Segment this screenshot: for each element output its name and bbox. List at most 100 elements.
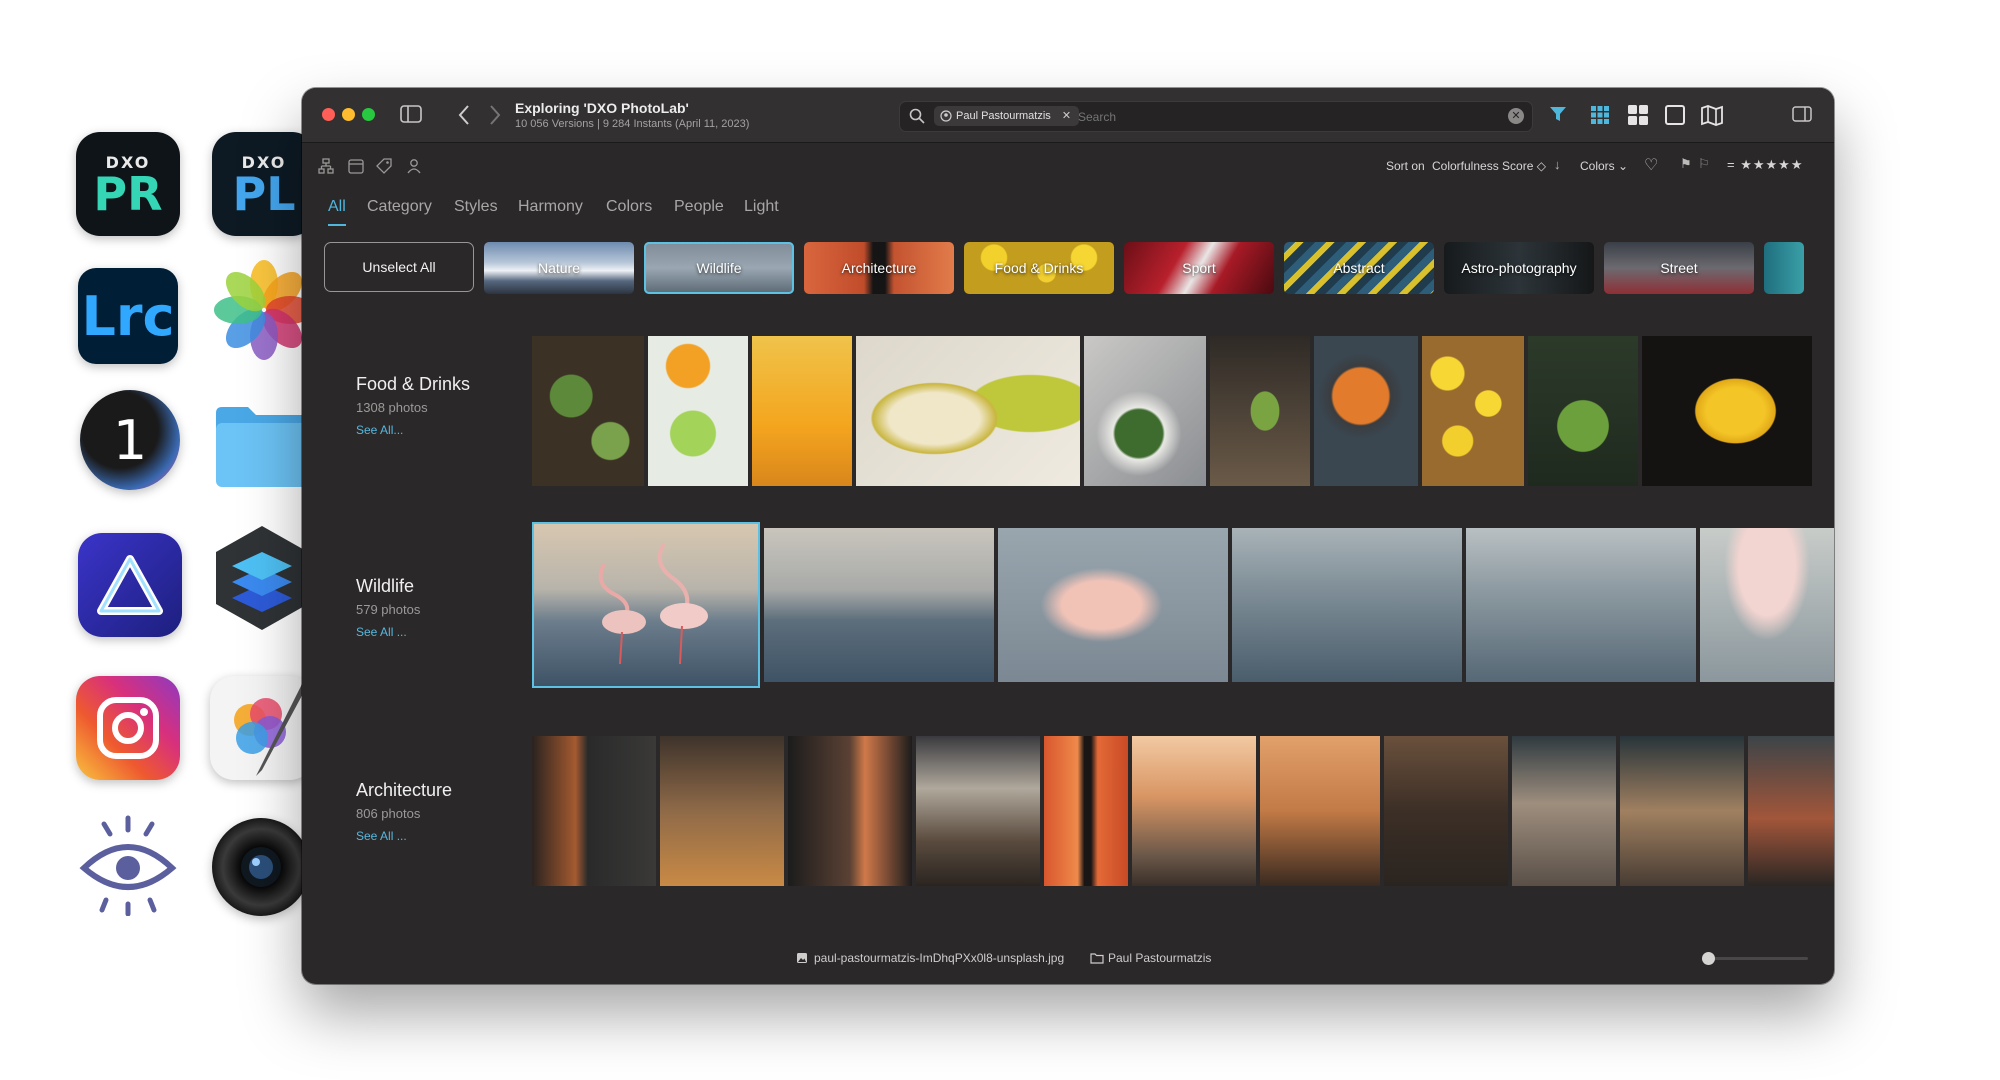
photo-thumbnail-selected[interactable] [532, 522, 760, 688]
rating-filter[interactable]: = ★★★★★ [1727, 157, 1803, 173]
search-token-chip[interactable]: Paul Pastourmatzis ✕ [934, 106, 1080, 126]
map-icon[interactable] [1700, 104, 1724, 126]
see-all-food-link[interactable]: See All... [356, 423, 470, 437]
photo-thumbnail[interactable] [1260, 736, 1380, 886]
zoom-slider[interactable] [1702, 952, 1808, 965]
calendar-icon[interactable] [348, 158, 364, 174]
photo-thumbnail[interactable] [1422, 336, 1524, 486]
pixelmator-pro-icon[interactable] [210, 676, 314, 780]
photo-thumbnail[interactable] [660, 736, 784, 886]
capture-one-icon[interactable]: 1 [80, 390, 180, 490]
lens-icon [241, 847, 281, 887]
see-all-architecture-link[interactable]: See All ... [356, 829, 452, 843]
photo-thumbnail[interactable] [752, 336, 852, 486]
photo-thumbnail[interactable] [1044, 736, 1128, 886]
window-title: Exploring 'DXO PhotoLab' [515, 100, 689, 116]
photo-thumbnail[interactable] [648, 336, 748, 486]
app-window: Exploring 'DXO PhotoLab' 10 056 Versions… [302, 88, 1834, 984]
remove-token-icon[interactable]: ✕ [1062, 110, 1071, 122]
photo-thumbnail[interactable] [1512, 736, 1616, 886]
image-file-icon [797, 953, 807, 963]
tab-harmony[interactable]: Harmony [518, 198, 583, 216]
search-icon [909, 108, 925, 124]
single-view-icon[interactable] [1664, 104, 1686, 126]
category-food-drinks[interactable]: Food & Drinks [964, 242, 1114, 294]
photo-thumbnail[interactable] [1314, 336, 1418, 486]
photo-thumbnail[interactable] [1620, 736, 1744, 886]
dxo-photolab-icon[interactable]: DXO PL [212, 132, 316, 236]
inspector-toggle-icon[interactable] [1792, 106, 1812, 122]
tag-icon[interactable] [376, 158, 392, 174]
photo-thumbnail[interactable] [1084, 336, 1206, 486]
colors-dropdown[interactable]: Colors ⌄ [1580, 159, 1628, 173]
instagram-icon[interactable] [76, 676, 180, 780]
category-abstract[interactable]: Abstract [1284, 242, 1434, 294]
tab-styles[interactable]: Styles [454, 198, 498, 216]
photo-thumbnail[interactable] [1132, 736, 1256, 886]
photo-thumbnail[interactable] [998, 528, 1228, 682]
tab-light[interactable]: Light [744, 198, 779, 216]
category-nature[interactable]: Nature [484, 242, 634, 294]
photo-thumbnail[interactable] [532, 336, 644, 486]
category-street[interactable]: Street [1604, 242, 1754, 294]
row-label-architecture: Architecture 806 photos See All ... [356, 780, 453, 843]
flag-reject-icon[interactable]: ⚐ [1698, 156, 1710, 172]
zoom-slider-knob[interactable] [1702, 952, 1715, 965]
flag-pick-icon[interactable]: ⚑ [1680, 156, 1692, 172]
hierarchy-icon[interactable] [318, 158, 334, 174]
aperture-camera-icon[interactable] [212, 818, 310, 916]
category-architecture[interactable]: Architecture [804, 242, 954, 294]
clear-search-icon[interactable]: ✕ [1508, 108, 1524, 124]
row-label-food-drinks: Food & Drinks 1308 photos See All... [356, 374, 471, 437]
tab-all[interactable]: All [328, 198, 346, 226]
grid-small-icon[interactable] [1590, 105, 1610, 125]
see-all-wildlife-link[interactable]: See All ... [356, 625, 420, 639]
photo-thumbnail[interactable] [1528, 336, 1638, 486]
search-bar[interactable]: Paul Pastourmatzis ✕ ✕ [899, 101, 1533, 132]
zoom-window-button[interactable] [362, 108, 375, 121]
sort-dropdown[interactable]: Colorfulness Score ◇ [1432, 159, 1546, 173]
forward-chevron-icon[interactable] [488, 104, 502, 126]
luminar-icon[interactable] [78, 533, 182, 637]
photo-thumbnail-partial[interactable] [1748, 736, 1834, 886]
grid-large-icon[interactable] [1627, 104, 1649, 126]
apple-photos-icon [212, 258, 316, 362]
photo-thumbnail-partial[interactable] [1700, 528, 1834, 682]
photo-thumbnail[interactable] [764, 528, 994, 682]
category-astro-photography[interactable]: Astro-photography [1444, 242, 1594, 294]
filter-icon[interactable] [1549, 105, 1567, 123]
sort-direction-icon[interactable]: ↓ [1554, 157, 1561, 172]
sort-label: Sort on [1386, 159, 1425, 173]
dxo-pureraw-icon[interactable]: DXO PR [76, 132, 180, 236]
photo-thumbnail[interactable] [916, 736, 1040, 886]
triangle-icon [97, 555, 163, 615]
tab-colors[interactable]: Colors [606, 198, 652, 216]
photo-thumbnail[interactable] [1384, 736, 1508, 886]
folder-icon[interactable] [212, 396, 316, 500]
unselect-all-button[interactable]: Unselect All [324, 242, 474, 292]
back-chevron-icon[interactable] [457, 104, 471, 126]
minimize-window-button[interactable] [342, 108, 355, 121]
photo-thumbnail[interactable] [1466, 528, 1696, 682]
current-folder-name: Paul Pastourmatzis [1108, 951, 1212, 965]
photo-thumbnail[interactable] [1642, 336, 1812, 486]
person-icon[interactable] [406, 158, 422, 174]
tab-category[interactable]: Category [367, 198, 432, 216]
tab-people[interactable]: People [674, 198, 724, 216]
photo-thumbnail[interactable] [532, 736, 656, 886]
close-window-button[interactable] [322, 108, 335, 121]
lightroom-classic-icon[interactable]: Lrc [78, 268, 178, 364]
photo-thumbnail[interactable] [788, 736, 912, 886]
row-label-wildlife: Wildlife 579 photos See All ... [356, 576, 421, 639]
category-sport[interactable]: Sport [1124, 242, 1274, 294]
search-input[interactable] [1076, 106, 1440, 128]
category-wildlife[interactable]: Wildlife [644, 242, 794, 294]
sidebar-toggle-icon[interactable] [400, 105, 422, 123]
eye-app-icon[interactable] [76, 812, 180, 916]
favorite-heart-icon[interactable]: ♡ [1644, 155, 1658, 175]
layers-app-icon[interactable] [210, 526, 314, 630]
category-more-partial[interactable] [1764, 242, 1804, 294]
photo-thumbnail[interactable] [1232, 528, 1462, 682]
photo-thumbnail[interactable] [1210, 336, 1310, 486]
photo-thumbnail[interactable] [856, 336, 1080, 486]
